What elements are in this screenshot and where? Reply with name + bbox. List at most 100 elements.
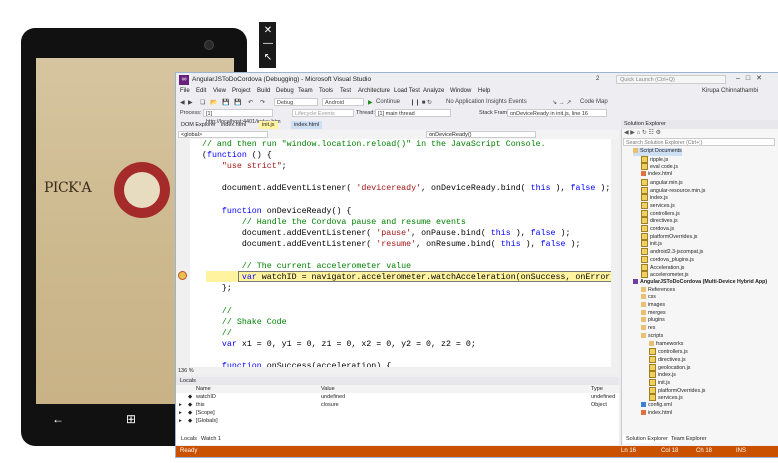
solution-tree-item[interactable]: config.xml <box>641 402 672 410</box>
tab-index-html-2[interactable]: index.html <box>291 121 323 129</box>
solution-tree-item[interactable]: images <box>641 302 665 310</box>
table-row[interactable]: ▸ ◆ [Globals] <box>176 417 619 425</box>
solution-tree-item[interactable]: res <box>641 325 655 333</box>
signed-in-user[interactable]: Kirupa Chinnathambi <box>702 88 758 94</box>
menu-project[interactable]: Project <box>232 88 251 94</box>
expand-icon[interactable]: ▸ <box>179 409 182 417</box>
save-icon[interactable]: 💾 <box>222 99 229 106</box>
step-controls[interactable]: ↘ → ↗ <box>552 99 571 106</box>
menu-debug[interactable]: Debug <box>276 88 294 94</box>
menu-help[interactable]: Help <box>478 88 490 94</box>
minimize-icon[interactable]: — <box>262 38 274 50</box>
play-icon[interactable]: ▶ <box>368 99 373 106</box>
debug-controls[interactable]: ❙❙ ■ ↻ <box>410 99 432 106</box>
stack-frame-select[interactable]: onDeviceReady in init.js, line 16 <box>507 109 607 117</box>
window-controls[interactable]: –□✕ <box>736 74 768 82</box>
solution-explorer-title: Solution Explorer <box>621 120 778 129</box>
scope-select[interactable]: <global> <box>178 131 268 138</box>
solution-tree-item[interactable]: Script Documents <box>633 148 682 156</box>
js-file-icon <box>649 348 656 356</box>
solution-tree-item[interactable]: css <box>641 294 656 302</box>
close-icon[interactable]: ✕ <box>262 25 274 37</box>
table-row[interactable]: ▸ ◆ this closure Object <box>176 401 619 409</box>
solution-tree-item[interactable]: frameworks <box>649 341 683 349</box>
menu-architecture[interactable]: Architecture <box>358 88 390 94</box>
application-insights-status[interactable]: No Application Insights Events <box>446 99 527 105</box>
solution-tree-item[interactable]: index.html <box>641 171 672 179</box>
solution-tree-item-label: scripts <box>648 332 664 339</box>
tab-init-js[interactable]: init.js <box>259 121 278 129</box>
menu-test[interactable]: Test <box>340 88 351 94</box>
tab-watch-1[interactable]: Watch 1 <box>198 435 224 443</box>
menu-build[interactable]: Build <box>257 88 270 94</box>
col-type[interactable]: Type <box>591 385 603 393</box>
thread-select[interactable]: [1] main thread <box>375 109 451 117</box>
menu-view[interactable]: View <box>213 88 226 94</box>
status-col: Col 18 <box>661 448 679 454</box>
col-name[interactable]: Name <box>196 385 211 393</box>
menu-tools[interactable]: Tools <box>319 88 333 94</box>
proj-file-icon <box>633 278 638 284</box>
expand-icon[interactable]: ▸ <box>179 417 182 425</box>
breakpoint-icon[interactable] <box>178 271 187 280</box>
solution-tree-item-label: merges <box>648 309 666 316</box>
code-line: // and then run "window.location.reload(… <box>202 140 546 149</box>
folder-file-icon <box>641 294 646 300</box>
folder-file-icon <box>633 148 638 154</box>
process-select[interactable]: [1] http://localhost:4401/index.htm <box>203 109 281 125</box>
solution-explorer-toolbar[interactable]: ◀ ▶ ⌂ ↻ ☷ ⚙ <box>621 129 778 138</box>
tab-index-html[interactable]: index.html <box>218 121 249 129</box>
zoom-level[interactable]: 136 % <box>178 367 619 375</box>
js-file-icon <box>641 232 648 240</box>
solution-tree-item[interactable]: merges <box>641 310 666 318</box>
redo-icon[interactable]: ↷ <box>260 99 265 106</box>
table-row[interactable]: ▸ ◆ [Scope] <box>176 409 619 417</box>
menu-analyze[interactable]: Analyze <box>423 88 444 94</box>
save-all-icon[interactable]: 💾 <box>234 99 241 106</box>
solution-search-input[interactable]: Search Solution Explorer (Ctrl+;) <box>623 138 775 146</box>
editor-scrollbar[interactable] <box>611 139 619 367</box>
menu-edit[interactable]: Edit <box>196 88 206 94</box>
continue-button[interactable]: Continue <box>376 99 400 105</box>
forward-nav-icon[interactable]: ▶ <box>188 99 193 106</box>
solution-tree-item[interactable]: plugins <box>641 317 665 325</box>
windows-start-icon[interactable]: ⊞ <box>126 412 136 426</box>
folder-file-icon <box>649 340 654 346</box>
notifications-flag[interactable]: 2 <box>596 76 599 82</box>
solution-tree-item[interactable]: index.html <box>641 410 672 418</box>
local-value: closure <box>321 402 339 408</box>
code-map-button[interactable]: Code Map <box>580 99 608 105</box>
quick-launch-input[interactable]: Quick Launch (Ctrl+Q) <box>616 75 726 84</box>
menu-file[interactable]: File <box>180 88 190 94</box>
platform-select[interactable]: Android <box>322 98 364 106</box>
lifecycle-events-select[interactable]: Lifecycle Events <box>292 109 354 117</box>
menu-window[interactable]: Window <box>450 88 471 94</box>
status-bar: Ready Ln 16 Col 18 Ch 18 INS <box>176 446 778 457</box>
tab-team-explorer[interactable]: Team Explorer <box>668 435 709 443</box>
back-nav-icon[interactable]: ◀ <box>180 99 185 106</box>
new-project-icon[interactable]: ❏ <box>200 99 205 106</box>
menu-load-test[interactable]: Load Test <box>394 88 420 94</box>
tab-solution-explorer[interactable]: Solution Explorer <box>623 435 671 443</box>
code-editor[interactable] <box>176 139 619 367</box>
js-file-icon <box>641 255 648 263</box>
variable-icon: ◆ <box>188 394 193 400</box>
solution-tree-item[interactable]: AngularJSToDoCordova (Multi-Device Hybri… <box>633 279 767 287</box>
editor-margin[interactable] <box>176 139 190 367</box>
solution-tree-item[interactable]: References <box>641 287 675 295</box>
menu-team[interactable]: Team <box>298 88 313 94</box>
member-select[interactable]: onDeviceReady() <box>426 131 536 138</box>
code-line: (function () { <box>202 151 272 161</box>
col-value[interactable]: Value <box>321 385 335 393</box>
config-select[interactable]: Debug <box>274 98 318 106</box>
pointer-icon[interactable]: ↖ <box>262 52 274 64</box>
camera-icon <box>204 40 214 50</box>
open-icon[interactable]: 📂 <box>210 99 217 106</box>
undo-icon[interactable]: ↶ <box>248 99 253 106</box>
tab-locals[interactable]: Locals <box>178 435 200 443</box>
solution-tree-item[interactable]: scripts <box>641 333 663 341</box>
back-icon[interactable]: ← <box>52 412 64 426</box>
tab-dom-explorer[interactable]: DOM Explorer <box>178 121 219 129</box>
table-row[interactable]: ◆ watchID undefined undefined <box>176 393 619 401</box>
expand-icon[interactable]: ▸ <box>179 401 182 409</box>
